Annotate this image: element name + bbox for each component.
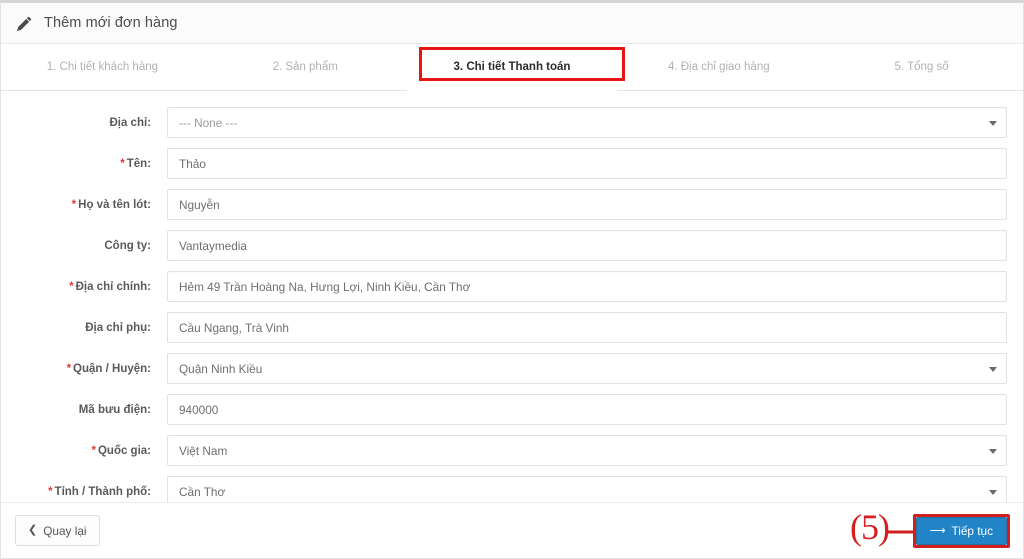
tab-shipping-address[interactable]: 4. Địa chỉ giao hàng: [617, 44, 821, 91]
label-province-text: Tỉnh / Thành phố:: [54, 485, 151, 498]
chevron-down-icon: [989, 120, 997, 126]
field-wrap-postal-code: 940000: [167, 394, 1023, 425]
input-company-value: Vantaymedia: [179, 238, 247, 253]
field-wrap-address-line-2: Cầu Ngang, Trà Vinh: [167, 312, 1023, 343]
label-address-select-text: Địa chỉ:: [109, 116, 151, 129]
input-first-name-value: Thảo: [179, 156, 206, 171]
label-address-select: Địa chỉ:: [1, 117, 167, 129]
field-wrap-country: Việt Nam: [167, 435, 1023, 466]
label-postal-code-text: Mã bưu điện:: [78, 403, 151, 416]
field-wrap-last-name: Nguyễn: [167, 189, 1023, 220]
input-address-line-2-value: Cầu Ngang, Trà Vinh: [179, 320, 289, 335]
form-row-address-select: Địa chỉ: --- None ---: [1, 102, 1023, 143]
form-row-address-line-2: Địa chỉ phụ: Cầu Ngang, Trà Vinh: [1, 307, 1023, 348]
select-address-value: --- None ---: [179, 115, 238, 130]
select-country[interactable]: Việt Nam: [167, 435, 1007, 466]
input-address-line-1[interactable]: Hẻm 49 Trần Hoàng Na, Hưng Lợi, Ninh Kiề…: [167, 271, 1007, 302]
form-footer: ❮ Quay lại (5) ⟶ Tiếp tục: [1, 502, 1023, 558]
label-last-name: * Họ và tên lót:: [1, 199, 167, 211]
chevron-down-icon: [989, 489, 997, 495]
next-button[interactable]: ⟶ Tiếp tục: [915, 517, 1007, 545]
input-first-name[interactable]: Thảo: [167, 148, 1007, 179]
form-row-last-name: * Họ và tên lót: Nguyễn: [1, 184, 1023, 225]
pencil-icon: [17, 16, 32, 31]
back-button-label: Quay lại: [43, 523, 87, 538]
tab-totals[interactable]: 5. Tổng số: [820, 44, 1023, 91]
chevron-down-icon: [989, 366, 997, 372]
chevron-down-icon: [989, 448, 997, 454]
select-district[interactable]: Quận Ninh Kiều: [167, 353, 1007, 384]
select-district-value: Quận Ninh Kiều: [179, 361, 263, 376]
field-wrap-district: Quận Ninh Kiều: [167, 353, 1023, 384]
required-asterisk: *: [69, 280, 74, 293]
next-button-highlight: ⟶ Tiếp tục: [912, 514, 1010, 548]
label-country: * Quốc gia:: [1, 445, 167, 457]
payment-details-form: Địa chỉ: --- None --- * Tên: Thảo * Họ và: [1, 91, 1023, 512]
arrow-right-icon: ⟶: [929, 524, 946, 537]
label-country-text: Quốc gia:: [97, 444, 151, 457]
form-row-company: Công ty: Vantaymedia: [1, 225, 1023, 266]
form-row-address-line-1: * Địa chỉ chính: Hẻm 49 Trần Hoàng Na, Hư…: [1, 266, 1023, 307]
label-address-line-1-text: Địa chỉ chính:: [75, 280, 151, 293]
tab-products[interactable]: 2. Sản phẩm: [203, 44, 407, 91]
select-country-value: Việt Nam: [179, 443, 228, 458]
input-address-line-2[interactable]: Cầu Ngang, Trà Vinh: [167, 312, 1007, 343]
annotation-step-number: (5): [850, 507, 890, 547]
input-postal-code-value: 940000: [179, 402, 219, 417]
field-wrap-address-line-1: Hẻm 49 Trần Hoàng Na, Hưng Lợi, Ninh Kiề…: [167, 271, 1023, 302]
label-district-text: Quận / Huyện:: [73, 362, 151, 375]
order-form-panel: Thêm mới đơn hàng 1. Chi tiết khách hàng…: [0, 0, 1024, 559]
input-postal-code[interactable]: 940000: [167, 394, 1007, 425]
tab-payment-details[interactable]: 3. Chi tiết Thanh toán: [410, 44, 614, 91]
label-address-line-1: * Địa chỉ chính:: [1, 281, 167, 293]
form-row-district: * Quận / Huyện: Quận Ninh Kiều: [1, 348, 1023, 389]
label-company-text: Công ty:: [104, 239, 151, 252]
wizard-tabs: 1. Chi tiết khách hàng 2. Sản phẩm 3. Ch…: [1, 44, 1023, 91]
label-last-name-text: Họ và tên lót:: [78, 198, 151, 211]
label-first-name-text: Tên:: [126, 157, 151, 170]
form-row-postal-code: Mã bưu điện: 940000: [1, 389, 1023, 430]
required-asterisk: *: [66, 362, 72, 375]
label-postal-code: Mã bưu điện:: [1, 404, 167, 416]
form-row-first-name: * Tên: Thảo: [1, 143, 1023, 184]
required-asterisk: *: [120, 157, 125, 170]
label-province: * Tỉnh / Thành phố:: [1, 486, 167, 498]
select-province-value: Cần Thơ: [179, 484, 226, 499]
input-company[interactable]: Vantaymedia: [167, 230, 1007, 261]
arrow-left-icon: ❮: [28, 524, 38, 536]
label-district: * Quận / Huyện:: [1, 363, 167, 375]
back-button[interactable]: ❮ Quay lại: [15, 515, 100, 546]
select-address[interactable]: --- None ---: [167, 107, 1007, 138]
required-asterisk: *: [48, 485, 53, 498]
field-wrap-company: Vantaymedia: [167, 230, 1023, 261]
label-company: Công ty:: [1, 240, 167, 252]
field-wrap-first-name: Thảo: [167, 148, 1023, 179]
panel-header: Thêm mới đơn hàng: [1, 3, 1023, 44]
required-asterisk: *: [71, 198, 77, 211]
tab-customer-details[interactable]: 1. Chi tiết khách hàng: [1, 44, 204, 91]
label-first-name: * Tên:: [1, 158, 167, 170]
label-address-line-2: Địa chỉ phụ:: [1, 322, 167, 334]
input-last-name[interactable]: Nguyễn: [167, 189, 1007, 220]
input-last-name-value: Nguyễn: [179, 197, 220, 212]
page-title: Thêm mới đơn hàng: [44, 15, 178, 31]
label-address-line-2-text: Địa chỉ phụ:: [85, 321, 151, 334]
form-row-country: * Quốc gia: Việt Nam: [1, 430, 1023, 471]
required-asterisk: *: [91, 444, 96, 457]
input-address-line-1-value: Hẻm 49 Trần Hoàng Na, Hưng Lợi, Ninh Kiề…: [179, 279, 471, 294]
field-wrap-address-select: --- None ---: [167, 107, 1023, 138]
